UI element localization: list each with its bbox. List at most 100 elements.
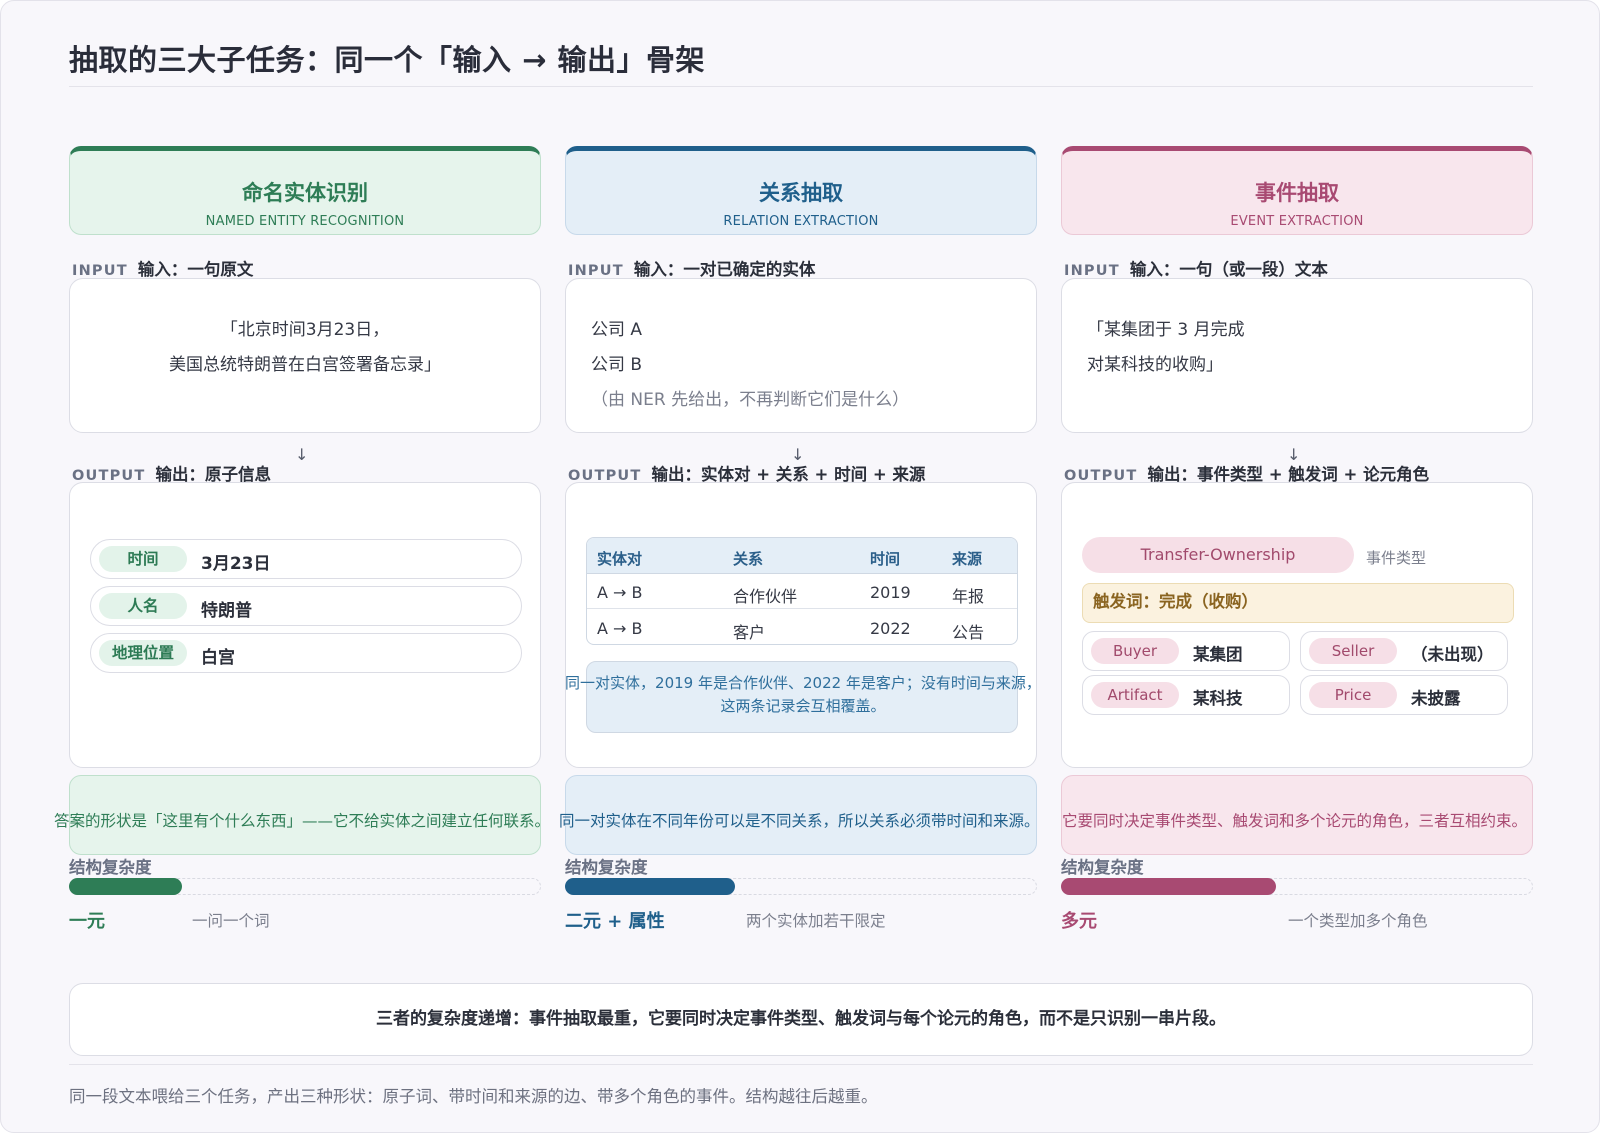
re-input-box: 公司 A 公司 B （由 NER 先给出，不再判断它们是什么） (565, 278, 1037, 433)
entity-value: 3月23日 (201, 554, 271, 574)
re-input-title: 输入：一对已确定的实体 (633, 260, 816, 279)
input-tag: INPUT (568, 263, 624, 279)
complexity-fill (1061, 878, 1276, 895)
table-cell: A → B (597, 583, 643, 602)
re-caption-box: 同一对实体在不同年份可以是不同关系，所以关系必须带时间和来源。 (559, 775, 1040, 855)
ner-input-label: INPUT 输入：一句原文 (72, 256, 254, 279)
role-value: 某集团 (1193, 645, 1243, 664)
table-cell: 2019 (870, 583, 911, 602)
ner-output-box: 时间 3月23日 人名 特朗普 地理位置 白宫 (69, 482, 541, 768)
complexity-desc: 一个类型加多个角色 (1288, 912, 1428, 930)
event-output-label: OUTPUT 输出：事件类型 + 触发词 + 论元角色 (1064, 461, 1429, 484)
complexity-label: 结构复杂度 (1061, 858, 1144, 877)
role-value: 某科技 (1193, 689, 1243, 708)
re-input-label: INPUT 输入：一对已确定的实体 (568, 256, 816, 279)
complexity-fill (69, 878, 182, 895)
table-cell: 年报 (952, 587, 985, 606)
event-type-label: 事件类型 (1366, 549, 1427, 567)
input-tag: INPUT (72, 263, 128, 279)
event-column: 事件抽取 EVENT EXTRACTION INPUT 输入：一句（或一段）文本… (1061, 1, 1533, 1134)
trigger-box: 触发词：完成（收购） (1082, 583, 1514, 623)
ner-caption-box: 答案的形状是「这里有个什么东西」——它不给实体之间建立任何联系。 (54, 775, 550, 855)
entity-row: 地理位置 白宫 (90, 633, 522, 673)
re-output-label: OUTPUT 输出：实体对 + 关系 + 时间 + 来源 (568, 461, 925, 484)
event-subtitle: EVENT EXTRACTION (1230, 214, 1364, 229)
argument-role: Artifact 某科技 (1082, 675, 1290, 715)
table-row: A → B 客户 2022 公告 (587, 610, 1017, 644)
event-input-label: INPUT 输入：一句（或一段）文本 (1064, 256, 1328, 279)
ner-output-label: OUTPUT 输出：原子信息 (72, 461, 271, 484)
argument-role: Price 未披露 (1300, 675, 1508, 715)
note-line: 同一对实体，2019 年是合作伙伴、2022 年是客户；没有时间与来源， (565, 674, 1041, 692)
complexity-fill (565, 878, 735, 895)
input-tag: INPUT (1064, 263, 1120, 279)
relation-note: 同一对实体，2019 年是合作伙伴、2022 年是客户；没有时间与来源， 这两条… (565, 661, 1041, 733)
table-header: 实体对 关系 时间 来源 (587, 538, 1017, 574)
role-value: 未披露 (1411, 689, 1461, 708)
down-arrow-icon: ↓ (295, 445, 309, 464)
ner-input-line: 美国总统特朗普在白宫签署备忘录」 (169, 355, 441, 375)
figure-frame: 抽取的三大子任务：同一个「输入 → 输出」骨架 命名实体识别 NAMED ENT… (0, 0, 1600, 1133)
ner-subtitle: NAMED ENTITY RECOGNITION (205, 214, 405, 229)
ner-title: 命名实体识别 (242, 181, 368, 205)
role-pill: Buyer (1091, 638, 1179, 664)
role-pill: Price (1309, 682, 1397, 708)
note-line: 这两条记录会互相覆盖。 (720, 697, 886, 715)
re-output-box: 实体对 关系 时间 来源 A → B 合作伙伴 2019 年报 A → B 客户… (565, 482, 1041, 768)
event-title: 事件抽取 (1255, 181, 1339, 205)
event-type-pill: Transfer-Ownership (1082, 537, 1354, 573)
table-cell: 客户 (733, 623, 766, 642)
event-output-box: Transfer-Ownership 事件类型 触发词：完成（收购） Buyer… (1061, 482, 1533, 768)
event-input-line: 对某科技的收购」 (1087, 355, 1223, 375)
event-input-title: 输入：一句（或一段）文本 (1129, 260, 1328, 279)
complexity-desc: 两个实体加若干限定 (746, 912, 886, 930)
re-input-line: 公司 B (591, 355, 643, 375)
event-caption: 它要同时决定事件类型、触发词和多个论元的角色，三者互相约束。 (1062, 812, 1528, 830)
re-column: 关系抽取 RELATION EXTRACTION INPUT 输入：一对已确定的… (559, 1, 1041, 1134)
table-cell: 公告 (952, 623, 985, 642)
complexity-level: 一元 (69, 911, 105, 932)
column-header: 时间 (870, 550, 901, 568)
column-header: 实体对 (597, 550, 643, 568)
complexity-label: 结构复杂度 (69, 858, 152, 877)
role-pill: Artifact (1091, 682, 1179, 708)
re-input-note: （由 NER 先给出，不再判断它们是什么） (591, 390, 910, 410)
entity-value: 白宫 (201, 648, 235, 668)
column-header: 来源 (952, 550, 983, 568)
ner-input-box: 「北京时间3月23日， 美国总统特朗普在白宫签署备忘录」 (69, 278, 541, 433)
ner-caption: 答案的形状是「这里有个什么东西」——它不给实体之间建立任何联系。 (54, 812, 551, 830)
complexity-level: 多元 (1061, 911, 1097, 932)
event-input-box: 「某集团于 3 月完成 对某科技的收购」 (1061, 278, 1533, 433)
event-caption-box: 它要同时决定事件类型、触发词和多个论元的角色，三者互相约束。 (1061, 775, 1533, 855)
re-title: 关系抽取 (759, 181, 843, 205)
entity-type-pill: 地理位置 (99, 640, 187, 666)
entity-value: 特朗普 (201, 601, 252, 621)
event-header-card: 事件抽取 EVENT EXTRACTION (1061, 146, 1533, 235)
footer-divider (69, 1064, 1533, 1065)
ner-input-title: 输入：一句原文 (137, 260, 254, 279)
re-subtitle: RELATION EXTRACTION (723, 214, 879, 229)
re-header-card: 关系抽取 RELATION EXTRACTION (565, 146, 1037, 235)
re-input-line: 公司 A (591, 320, 643, 340)
entity-row: 时间 3月23日 (90, 539, 522, 579)
table-cell: 2022 (870, 619, 911, 638)
argument-role: Seller （未出现） (1300, 631, 1508, 671)
entity-type-pill: 时间 (99, 546, 187, 572)
event-input-line: 「某集团于 3 月完成 (1087, 320, 1245, 340)
complexity-level: 二元 + 属性 (565, 911, 665, 932)
role-pill: Seller (1309, 638, 1397, 664)
re-caption: 同一对实体在不同年份可以是不同关系，所以关系必须带时间和来源。 (559, 812, 1040, 830)
relation-note-text: 同一对实体，2019 年是合作伙伴、2022 年是客户；没有时间与来源， 这两条… (559, 672, 1047, 718)
entity-row: 人名 特朗普 (90, 586, 522, 626)
role-value: （未出现） (1411, 645, 1494, 664)
argument-role: Buyer 某集团 (1082, 631, 1290, 671)
summary-banner: 三者的复杂度递增：事件抽取最重，它要同时决定事件类型、触发词与每个论元的角色，而… (69, 983, 1533, 1056)
complexity-label: 结构复杂度 (565, 858, 648, 877)
relation-table: 实体对 关系 时间 来源 A → B 合作伙伴 2019 年报 A → B 客户… (586, 537, 1018, 645)
column-header: 关系 (733, 550, 764, 568)
ner-header-card: 命名实体识别 NAMED ENTITY RECOGNITION (69, 146, 541, 235)
complexity-desc: 一问一个词 (192, 912, 270, 930)
table-cell: A → B (597, 619, 643, 638)
entity-type-pill: 人名 (99, 593, 187, 619)
footer-note: 同一段文本喂给三个任务，产出三种形状：原子词、带时间和来源的边、带多个角色的事件… (69, 1087, 878, 1106)
